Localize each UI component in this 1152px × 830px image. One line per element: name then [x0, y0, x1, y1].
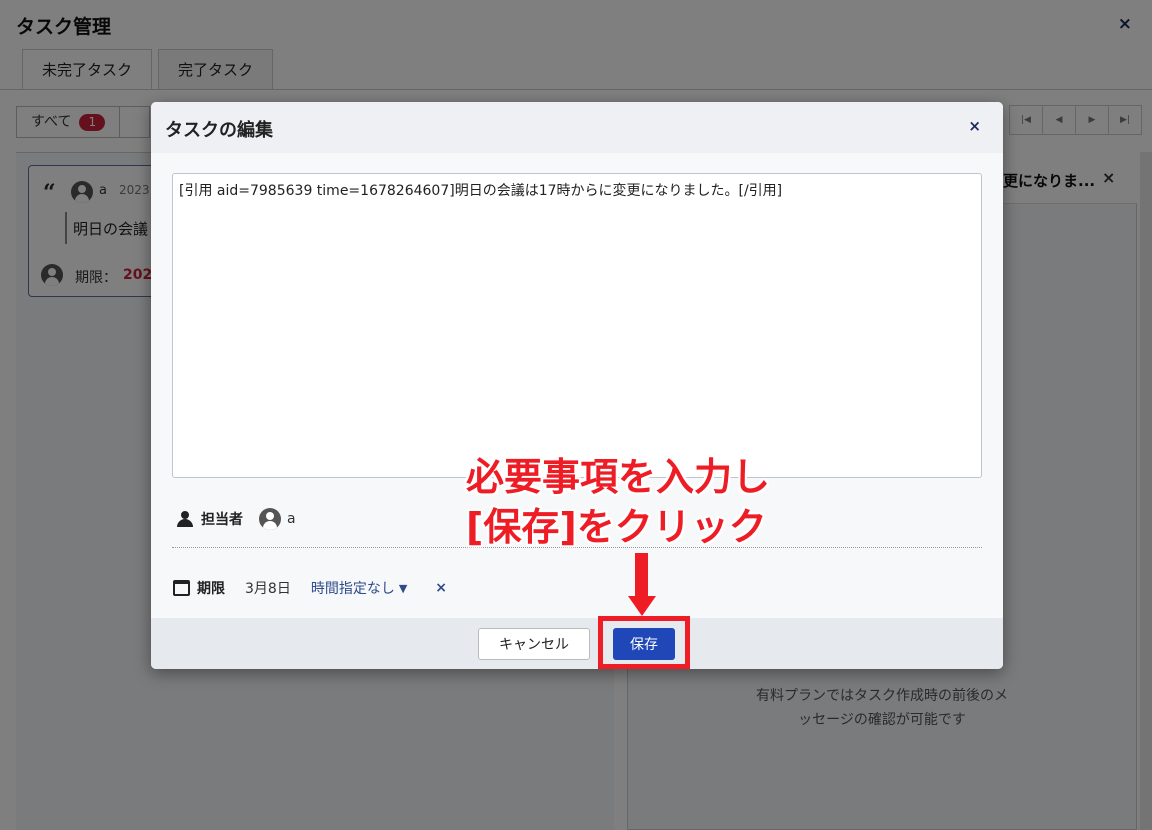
- instruction-line1: 必要事項を入力し: [466, 455, 771, 499]
- cancel-button[interactable]: キャンセル: [478, 628, 590, 660]
- due-label: 期限: [197, 581, 225, 597]
- assignee-row: 担当者 a: [175, 506, 296, 532]
- due-time-select[interactable]: 時間指定なし ▼: [311, 578, 407, 598]
- instruction-callout: 必要事項を入力し [保存]をクリック: [466, 452, 770, 552]
- edit-task-dialog: タスクの編集 × [引用 aid=7985639 time=1678264607…: [151, 102, 1003, 669]
- people-icon: [175, 511, 195, 527]
- assignee-name: a: [287, 511, 296, 527]
- close-icon[interactable]: ×: [968, 117, 981, 135]
- dialog-footer: キャンセル 保存: [151, 618, 1003, 669]
- clear-due-icon[interactable]: ×: [435, 580, 447, 596]
- due-row: 期限 3月8日 時間指定なし ▼ ×: [173, 576, 447, 600]
- arrow-down-icon: [635, 553, 648, 599]
- calendar-icon: [173, 580, 190, 596]
- due-date-picker[interactable]: 3月8日: [245, 578, 291, 598]
- dialog-title: タスクの編集: [165, 120, 273, 141]
- dialog-header: タスクの編集 ×: [151, 102, 1003, 153]
- avatar[interactable]: [259, 508, 281, 530]
- assignee-label: 担当者: [201, 512, 243, 528]
- chevron-down-icon: ▼: [398, 581, 408, 595]
- task-text-input[interactable]: [引用 aid=7985639 time=1678264607]明日の会議は17…: [172, 173, 982, 478]
- save-highlight-box: [598, 616, 690, 669]
- due-time-value: 時間指定なし: [310, 581, 395, 597]
- instruction-line2: [保存]をクリック: [466, 505, 767, 549]
- arrow-head-icon: [628, 596, 656, 616]
